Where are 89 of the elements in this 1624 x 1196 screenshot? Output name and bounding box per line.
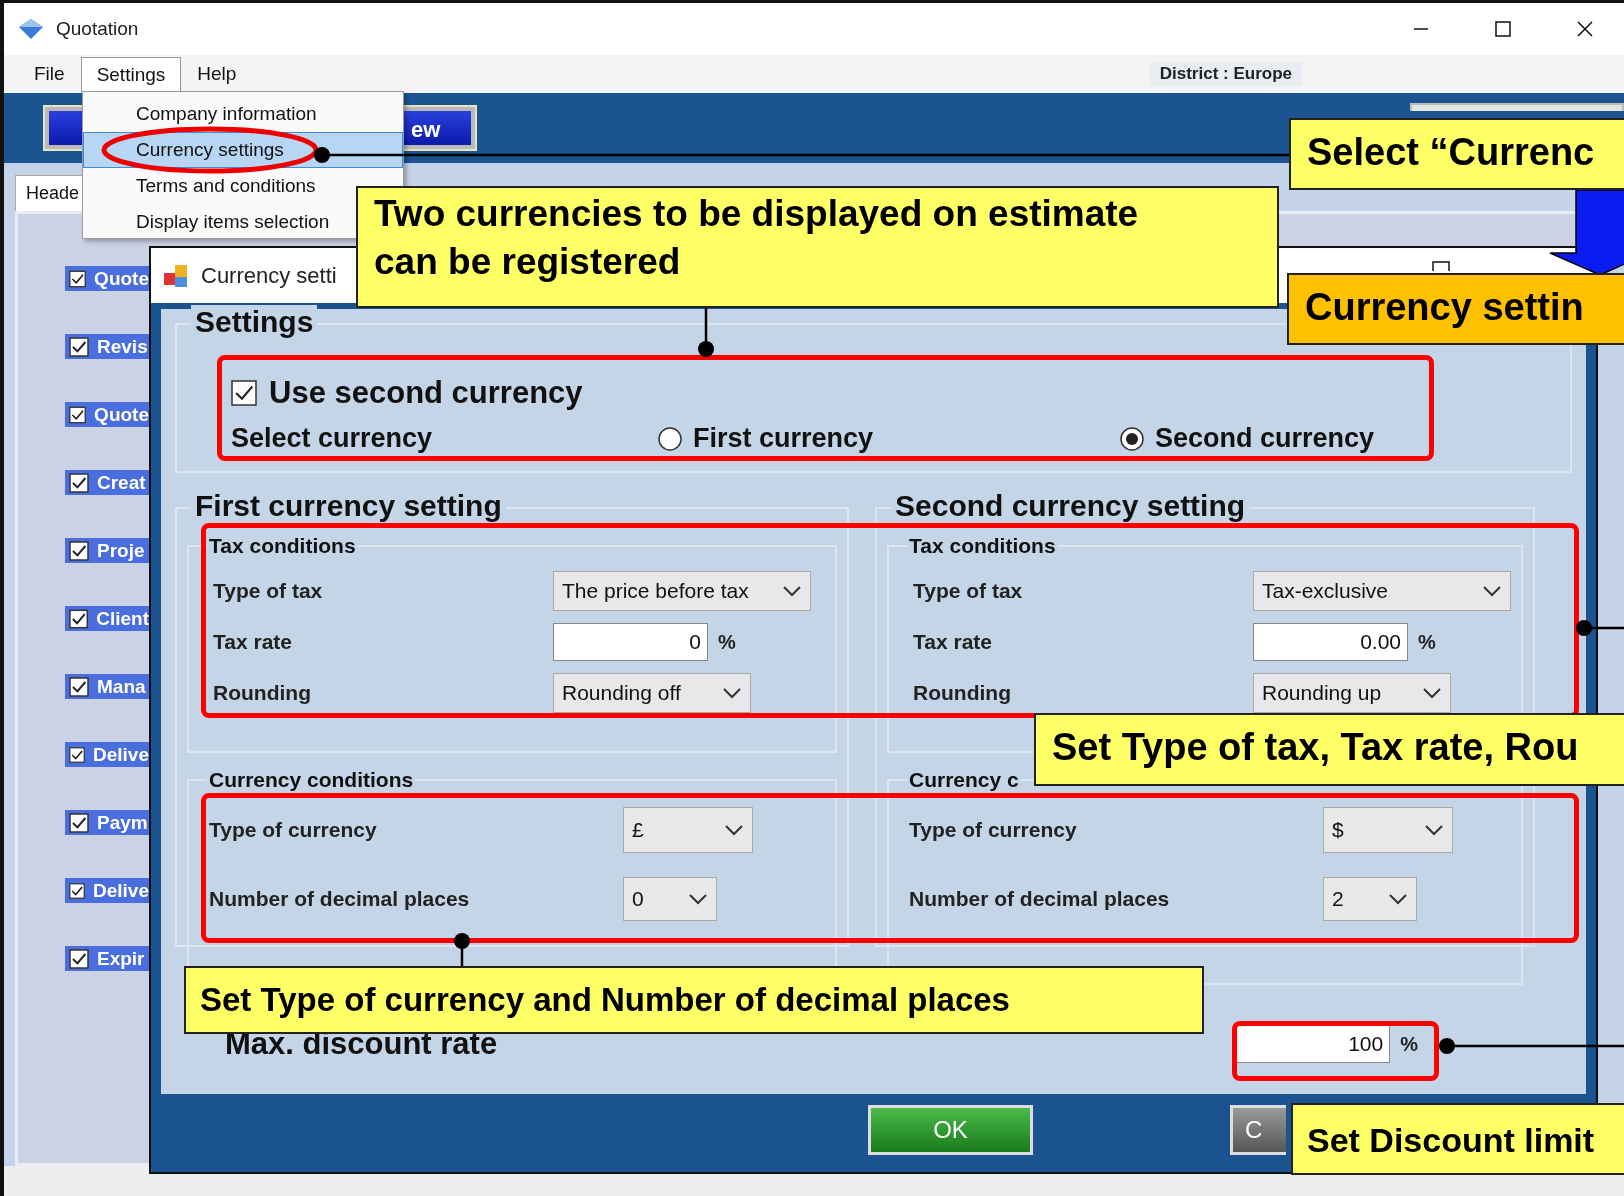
group-heading: Settings <box>191 305 318 339</box>
unit-label: % <box>1418 630 1436 654</box>
field-label: Number of decimal places <box>209 887 471 911</box>
cancel-button[interactable]: C <box>1230 1105 1286 1155</box>
checkbox-label: Use second currency <box>269 375 583 411</box>
dropdown[interactable]: 0 <box>623 877 717 921</box>
field-label: Type of tax <box>213 579 324 603</box>
checkbox-label: Delive <box>93 743 149 766</box>
checkbox[interactable] <box>69 268 87 289</box>
minimize-icon <box>1412 27 1430 31</box>
close-icon <box>1576 20 1594 38</box>
chevron-down-icon <box>1388 893 1408 905</box>
chevron-down-icon <box>782 585 802 597</box>
field-label: Tax rate <box>913 630 993 654</box>
radio-button[interactable] <box>657 425 683 452</box>
arrow-icon <box>1549 189 1624 276</box>
checkbox[interactable] <box>69 676 89 697</box>
callout: Select “Currenc <box>1289 118 1624 190</box>
maximize-icon <box>1494 20 1512 38</box>
window-icon <box>163 262 189 289</box>
menu-item[interactable]: File <box>18 56 81 92</box>
unit-label: % <box>718 630 736 654</box>
chevron-down-icon <box>1482 585 1502 597</box>
app-logo-icon <box>18 18 44 40</box>
field-label: Type of tax <box>913 579 1024 603</box>
ok-button[interactable]: OK <box>868 1105 1033 1155</box>
menu-item[interactable]: Terms and conditions <box>135 168 323 204</box>
checkbox-label: Revis <box>97 335 148 358</box>
checkbox[interactable] <box>69 404 87 425</box>
checkbox-label: Client <box>96 607 149 630</box>
dropdown[interactable]: The price before tax <box>553 571 811 611</box>
callout: Set Discount limit <box>1291 1103 1624 1175</box>
dropdown[interactable]: £ <box>623 807 753 853</box>
checkbox[interactable] <box>69 948 89 969</box>
checkbox-label: Quote <box>94 403 149 426</box>
input-field[interactable]: 100 <box>1235 1025 1391 1063</box>
field-label: Type of currency <box>909 818 1078 842</box>
checkbox[interactable] <box>69 472 89 493</box>
menu-item[interactable]: Help <box>181 56 253 92</box>
checkbox[interactable] <box>69 540 89 561</box>
field-label: Rounding <box>913 681 1012 705</box>
chevron-down-icon <box>1422 687 1442 699</box>
leader-line <box>698 308 714 357</box>
leader-line <box>454 933 470 966</box>
input-field[interactable]: 0.00 <box>1253 623 1408 661</box>
field-label: Select currency <box>231 423 434 454</box>
dialog-title: Currency setti <box>201 262 337 289</box>
unit-label: % <box>1400 1032 1418 1056</box>
radio-label: First currency <box>693 423 874 454</box>
checkbox[interactable] <box>69 608 89 629</box>
dropdown[interactable]: 2 <box>1323 877 1417 921</box>
checkbox-label: Delive <box>93 879 149 902</box>
window-title: Quotation <box>56 18 139 40</box>
input-field[interactable]: 0 <box>553 623 708 661</box>
menu-item[interactable]: Settings <box>80 56 182 92</box>
checkbox[interactable] <box>69 880 85 901</box>
field-label: Tax rate <box>213 630 293 654</box>
menu-item[interactable]: Company information <box>135 96 324 132</box>
checkbox-label: Creat <box>97 471 146 494</box>
chevron-down-icon <box>1424 824 1444 836</box>
chevron-down-icon <box>722 687 742 699</box>
callout: Two currencies to be displayed on estimate can be registered <box>356 186 1279 308</box>
checkbox-label: Proje <box>97 539 145 562</box>
maximize-icon <box>1432 261 1450 271</box>
field-label: Type of currency <box>209 818 378 842</box>
field-label: Number of decimal places <box>909 887 1171 911</box>
leader-line <box>1576 620 1624 636</box>
checkbox[interactable] <box>231 380 257 406</box>
checkbox-label: Quote <box>94 267 149 290</box>
dropdown[interactable]: Tax-exclusive <box>1253 571 1511 611</box>
callout: Set Type of currency and Number of decimal places <box>184 966 1204 1034</box>
checkbox[interactable] <box>69 744 85 765</box>
callout: Currency settin <box>1287 273 1624 345</box>
chevron-down-icon <box>688 893 708 905</box>
checkbox[interactable] <box>69 336 89 357</box>
field-label: Rounding <box>213 681 312 705</box>
district-label: District : Europe <box>1149 62 1302 86</box>
radio-label: Second currency <box>1155 423 1375 454</box>
radio-button[interactable] <box>1119 425 1145 452</box>
dropdown[interactable]: Rounding up <box>1253 673 1451 713</box>
checkbox[interactable] <box>69 812 89 833</box>
dropdown[interactable]: Rounding off <box>553 673 751 713</box>
menu-item[interactable]: Display items selection <box>135 204 337 240</box>
checkbox-label: Paym <box>97 811 148 834</box>
callout: Set Type of tax, Tax rate, Rou <box>1034 713 1624 786</box>
checkbox-label: Expir <box>97 947 145 970</box>
checkbox-label: Mana <box>97 675 146 698</box>
chevron-down-icon <box>724 824 744 836</box>
dropdown[interactable]: $ <box>1323 807 1453 853</box>
